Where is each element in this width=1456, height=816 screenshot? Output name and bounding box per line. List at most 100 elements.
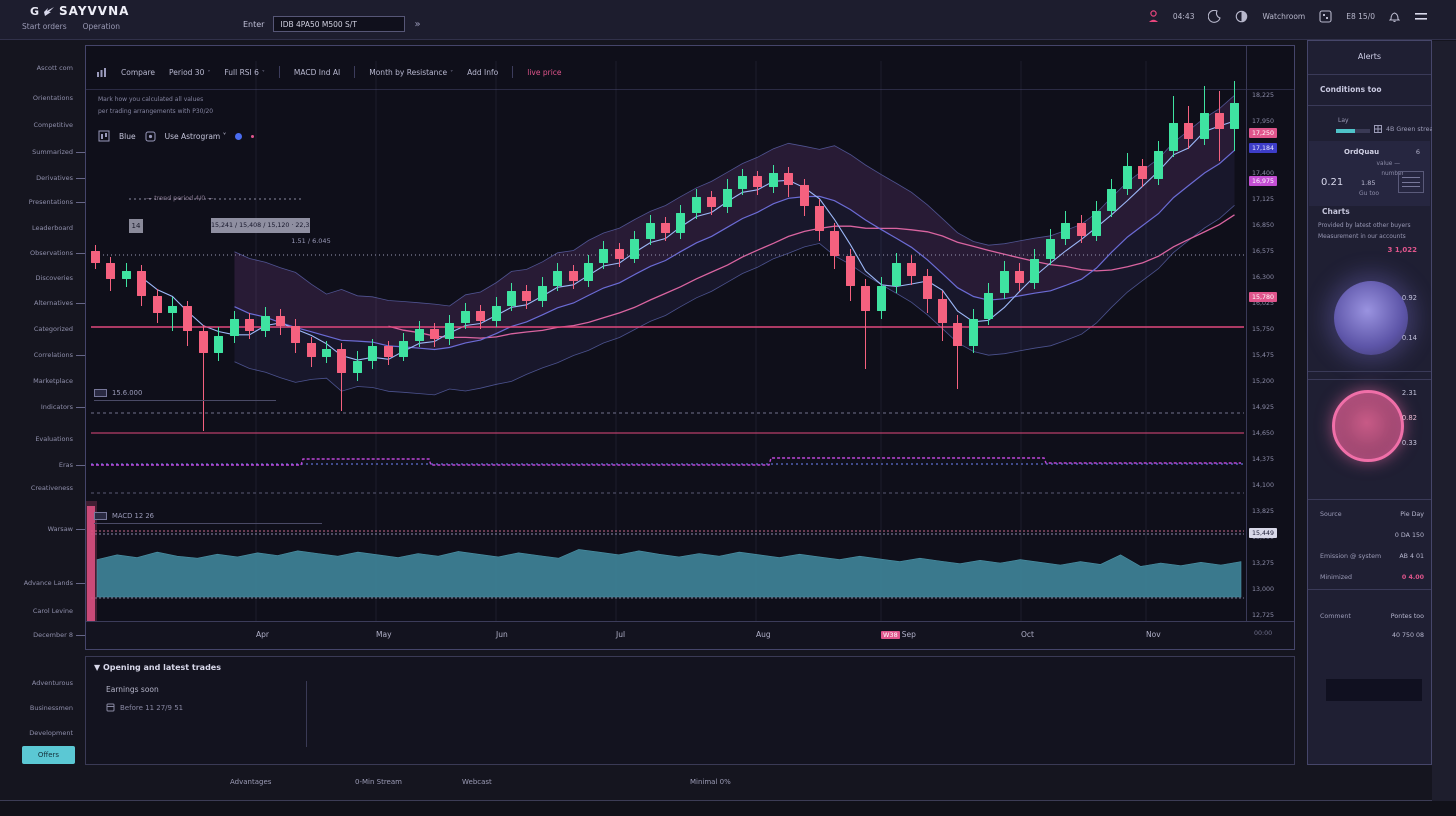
price-axis[interactable]: 18,22517,95017,67517,40017,12516,85016,5… [1246,46,1295,621]
price-badge: 16,975 [1249,176,1277,186]
desc-value: 3 1,022 [1388,246,1417,254]
charts-label[interactable]: Charts [1322,207,1350,216]
sidebar-item[interactable]: Eras [59,461,73,469]
price-tick: 17,950 [1252,118,1274,125]
footer-link[interactable]: 0-Min Stream [355,778,402,786]
time-badge: W38 [881,631,900,639]
sidebar-item[interactable]: December 8 [33,631,73,639]
price-badge: 17,184 [1249,143,1277,153]
sidebar-action-button[interactable]: Offers [22,746,75,764]
orders-widget[interactable]: OrdQuau 6 value — number 0.21 1.85 Gu to… [1309,141,1430,206]
top-nav-1[interactable]: Operation [83,22,120,31]
sidebar-item[interactable]: Carol Levine [33,607,73,615]
macd-indicator-label[interactable]: MACD 12 26 [94,512,322,524]
sidebar-item[interactable]: Correlations [34,351,73,359]
top-nav-0[interactable]: Start orders [22,22,67,31]
sidebar-tick [76,355,85,356]
sidebar-item[interactable]: Marketplace [33,377,73,385]
time-axis[interactable]: AprMayJunJulAugW38SepOctNov00:00 [86,621,1294,649]
divider [306,681,307,747]
widget-count: 6 [1416,148,1420,156]
price-tick: 15,475 [1252,352,1274,359]
footer-link[interactable]: Minimal 0% [690,778,731,786]
sidebar-item[interactable]: Evaluations [35,435,73,443]
sidebar-item[interactable]: Categorized [34,325,73,333]
app-logo: G SAYVVNA [30,4,129,18]
widget-big-value: 0.21 [1321,177,1343,188]
apps-grid-icon[interactable] [1319,10,1332,23]
sidebar-item[interactable]: Derivatives [36,174,73,182]
indicator-icon [94,389,107,397]
bottom-panel: ▼ Opening and latest trades Earnings soo… [85,656,1295,765]
legend-sub-values: 1.51 / 6.045 [236,237,386,245]
sidebar-item[interactable]: Development [29,729,73,737]
comment-row: 40 750 08 [1320,632,1424,639]
alerts-dark-button[interactable] [1326,679,1422,701]
candlestick-chart[interactable] [86,46,1294,649]
sidebar-item[interactable]: Orientations [33,94,73,102]
sidebar-item[interactable]: Indicators [41,403,73,411]
widget-minibox [1398,171,1424,193]
gauge2-value: 0.33 [1402,439,1417,447]
footer-link[interactable]: Advantages [230,778,271,786]
symbol-input[interactable] [273,16,405,32]
volume-indicator-label[interactable]: 15.6.000 [94,389,276,401]
left-sidebar: Ascott com Orientations Competitive Summari… [0,41,85,801]
sidebar-tick [76,583,85,584]
sidebar-item[interactable]: Alternatives [34,299,73,307]
bell-icon[interactable] [1389,10,1400,23]
source-row: 0 DA 150 [1320,532,1424,539]
sidebar-item[interactable]: Leaderboard [32,224,73,232]
sidebar-item[interactable]: Presentations [29,198,73,206]
price-tick: 16,575 [1252,248,1274,255]
source-row: SourcePie Day [1320,511,1424,518]
sidebar-item[interactable]: Creativeness [31,484,73,492]
chevrons-icon[interactable]: » [414,19,420,30]
price-badge: 17,250 [1249,128,1277,138]
desc-line-1: Provided by latest other buyers [1318,223,1411,229]
purple-gauge [1334,281,1408,355]
price-tick: 14,100 [1252,482,1274,489]
price-tick: 14,375 [1252,456,1274,463]
ohlc-legend: 15,241 / 15,408 / 15,120 · 22,351 [211,218,310,233]
trend-note: — trend period 4/0 — [146,195,214,202]
price-tick: 14,925 [1252,404,1274,411]
time-tick: Aug [756,630,771,639]
sidebar-item[interactable]: Businessmen [30,704,73,712]
bottom-panel-title[interactable]: ▼ Opening and latest trades [94,663,221,672]
session-time: 04:43 [1173,12,1195,21]
sidebar-tick [76,303,85,304]
sidebar-item[interactable]: Warsaw [48,525,73,533]
sidebar-item[interactable]: Observations [30,249,73,257]
moon-icon[interactable] [1208,10,1221,23]
price-tick: 13,825 [1252,508,1274,515]
conditions-label[interactable]: Conditions too [1320,85,1382,94]
sidebar-item[interactable]: Advance Lands [24,579,73,587]
chart-card: ComparePeriod 30˅Full RSI 6˅MACD Ind AIM… [85,45,1295,650]
utc-label: 00:00 [1254,630,1272,637]
price-tick: 16,300 [1252,274,1274,281]
time-tick: Nov [1146,630,1161,639]
sidebar-item[interactable]: Ascott com [37,64,73,72]
sidebar-item[interactable]: Discoveries [36,274,73,282]
footer-strip [0,801,1456,816]
footer-link[interactable]: Webcast [462,778,492,786]
pink-gauge [1332,390,1404,462]
sidebar-item[interactable]: Competitive [33,121,73,129]
watch-label[interactable]: Watchroom [1262,12,1305,21]
time-tick: May [376,630,392,639]
logo-zigzag-icon [43,5,55,17]
symbol-search: Enter » [243,16,421,32]
price-tick: 16,850 [1252,222,1274,229]
bottom-panel-item[interactable]: Before 11 27/9 51 [106,703,183,712]
user-icon[interactable] [1148,10,1159,23]
top-nav: Start orders Operation [22,22,120,31]
price-tick: 17,125 [1252,196,1274,203]
gauge1-value: 0.92 [1402,294,1417,302]
menu-icon[interactable] [1414,12,1428,22]
contrast-icon[interactable] [1235,10,1248,23]
sidebar-item[interactable]: Summarized [32,148,73,156]
gauge2-value: 0.82 [1402,414,1417,422]
sidebar-item[interactable]: Adventurous [32,679,73,687]
alerts-title: Alerts [1308,52,1431,61]
